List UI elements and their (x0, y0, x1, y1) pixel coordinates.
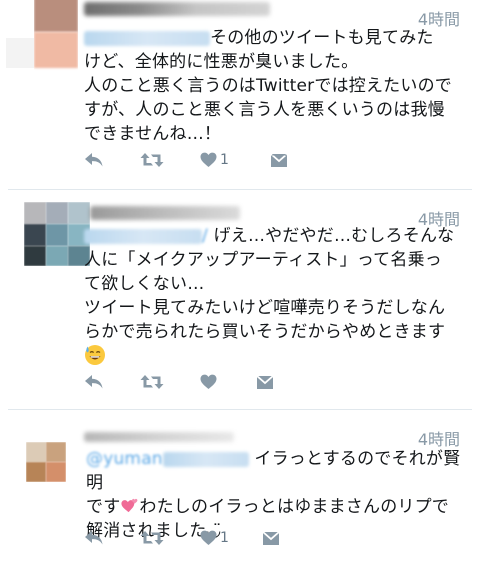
retweet-button[interactable] (140, 528, 164, 548)
tweet-text: / げえ…やだやだ…むしろそんな 人に「メイクアップアーティスト」って名乗っ て… (84, 224, 472, 370)
tweet-line-text: わたしのイラっとはゆままさんのリプで (139, 497, 450, 517)
envelope-icon (256, 374, 274, 389)
dm-button[interactable] (262, 528, 280, 548)
tweet-line: すが、人のこと悪く言う人を悪くいうのは我慢 (84, 100, 445, 120)
heart-icon (200, 374, 217, 389)
dm-button[interactable] (256, 372, 274, 392)
tweet-line: て欲しくない… (84, 274, 205, 294)
reply-button[interactable] (84, 372, 104, 392)
user-name-blurred[interactable] (90, 206, 240, 220)
retweet-button[interactable] (140, 150, 164, 170)
like-button[interactable]: 1 (200, 150, 229, 170)
dm-button[interactable] (270, 150, 288, 170)
mention-prefix[interactable]: @yuman (86, 449, 163, 469)
tweet-line (84, 344, 472, 370)
tweet-2[interactable]: 4時間 / げえ…やだやだ…むしろそんな 人に「メイクアップアーティスト」って名… (0, 190, 480, 410)
heart-icon (200, 152, 217, 167)
reply-icon (85, 375, 103, 389)
tweet-actions: 1 (84, 528, 294, 548)
reply-button[interactable] (84, 528, 104, 548)
tweet-line: 人のこと悪く言うのはTwitterでは控えたいので (84, 76, 452, 96)
tweet-1[interactable]: 4時間 その他のツイートも見てみた けど、全体的に性悪が臭いました。 人のこと悪… (0, 0, 480, 190)
reply-button[interactable] (84, 150, 104, 170)
tweet-line: @yuman イラっとするのでそれが賢明 (86, 447, 474, 495)
tweet-line: です わたしのイラっとはゆままさんのリプで (86, 495, 474, 519)
tweet-line: らかで売られたら買いそうだからやめときます (84, 322, 446, 342)
avatar[interactable] (26, 442, 66, 482)
tweet-line: できませんね…！ (84, 124, 222, 144)
tweet-line: その他のツイートも見てみた (84, 26, 472, 50)
tweet-line-text: その他のツイートも見てみた (210, 28, 434, 48)
tweet-line: / げえ…やだやだ…むしろそんな (84, 224, 472, 248)
avatar-blur-fragment (6, 38, 34, 68)
mention-link-blurred[interactable] (162, 451, 249, 467)
like-button[interactable] (200, 372, 220, 392)
retweet-icon (140, 531, 164, 545)
avatar[interactable] (24, 202, 90, 266)
user-name-blurred[interactable] (84, 432, 234, 442)
tweet-line-text: げえ…やだやだ…むしろそんな (213, 226, 455, 246)
retweet-button[interactable] (140, 372, 164, 392)
retweet-icon (140, 375, 164, 389)
mention-suffix[interactable]: / (202, 226, 208, 246)
sweat-smile-emoji (85, 345, 105, 365)
tweet-text: その他のツイートも見てみた けど、全体的に性悪が臭いました。 人のこと悪く言うの… (84, 26, 472, 146)
two-hearts-emoji (121, 498, 138, 513)
heart-icon (200, 530, 217, 545)
like-button[interactable]: 1 (200, 528, 229, 548)
user-name-blurred[interactable] (84, 2, 270, 16)
like-count: 1 (220, 530, 229, 546)
retweet-icon (140, 153, 164, 167)
mention-link-blurred[interactable] (84, 30, 210, 46)
mention-link-blurred[interactable] (84, 228, 202, 244)
reply-icon (85, 531, 103, 545)
reply-icon (85, 153, 103, 167)
like-count: 1 (220, 152, 229, 168)
tweet-line: ツイート見てみたいけど喧嘩売りそうだしなん (84, 298, 446, 318)
tweet-actions (84, 372, 294, 392)
tweet-line: けど、全体的に性悪が臭いました。 (84, 52, 359, 72)
envelope-icon (262, 530, 280, 545)
tweet-line-text: です (86, 497, 121, 517)
tweet-line: 人に「メイクアップアーティスト」って名乗っ (84, 250, 442, 270)
tweet-actions: 1 (84, 150, 294, 170)
avatar[interactable] (34, 0, 78, 72)
tweet-3[interactable]: 4時間 @yuman イラっとするのでそれが賢明 です わたしのイラっとはゆまま… (0, 410, 480, 564)
envelope-icon (270, 152, 288, 167)
